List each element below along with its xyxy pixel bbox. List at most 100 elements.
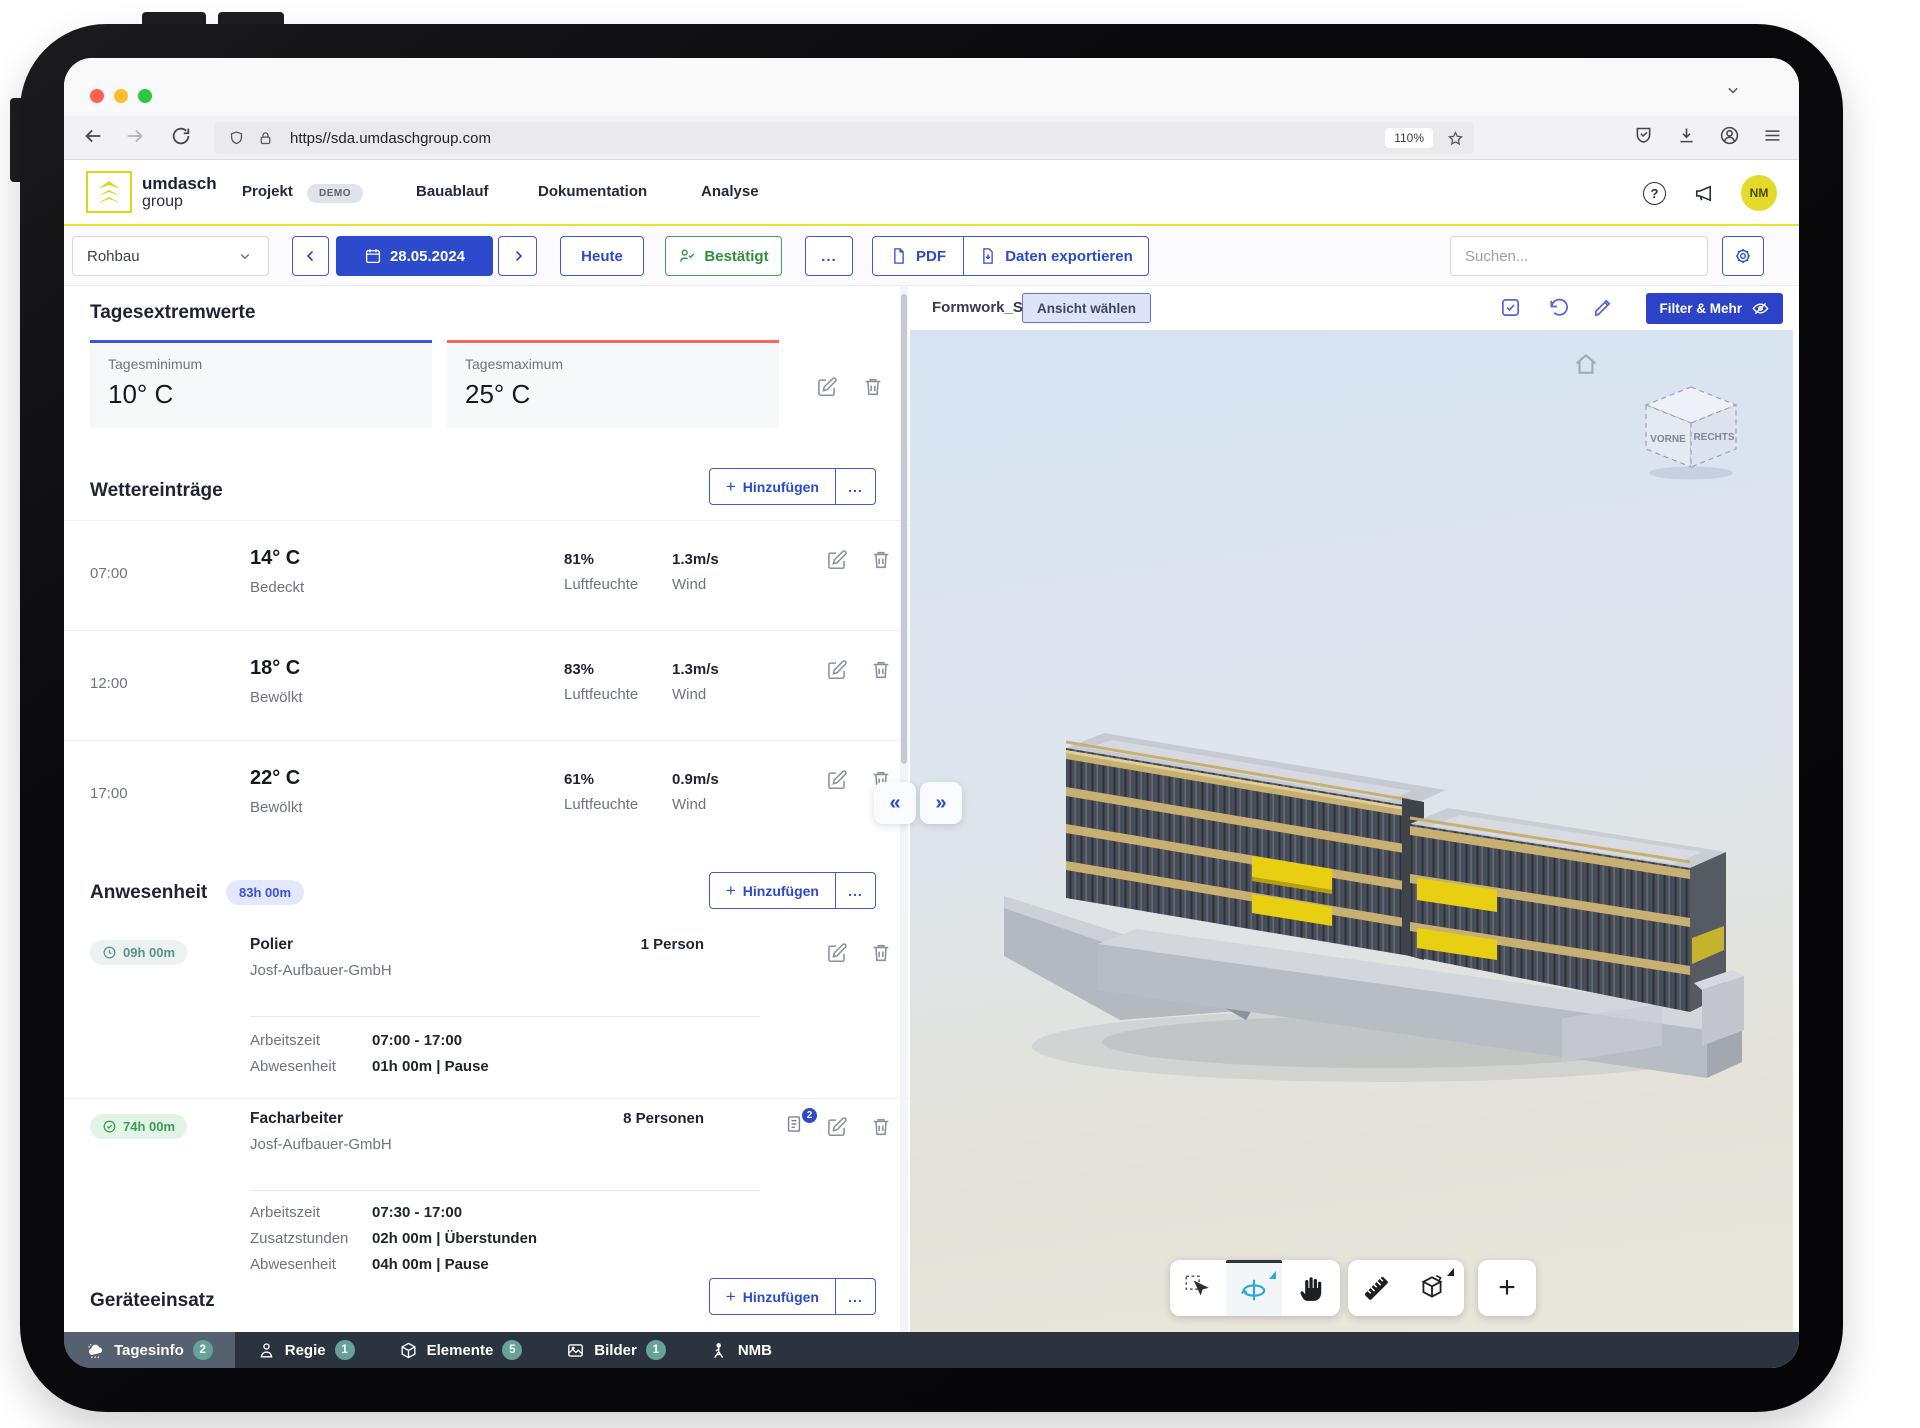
app-toolbar: Rohbau 28.05.2024 Heute Bestätigt ... bbox=[64, 226, 1799, 286]
search-input[interactable] bbox=[1465, 248, 1693, 265]
previous-day-button[interactable] bbox=[292, 236, 329, 276]
pdf-export-button[interactable]: PDF bbox=[872, 236, 964, 276]
today-button[interactable]: Heute bbox=[560, 236, 644, 276]
expand-panel-button[interactable]: » bbox=[920, 782, 962, 824]
window-controls[interactable] bbox=[90, 89, 152, 103]
filter-more-button[interactable]: Filter & Mehr bbox=[1646, 293, 1783, 324]
nav-item-projekt[interactable]: Projekt bbox=[242, 183, 293, 200]
tab-elemente[interactable]: Elemente 5 bbox=[377, 1332, 545, 1368]
tab-tagesinfo[interactable]: Tagesinfo 2 bbox=[64, 1332, 235, 1368]
tab-bilder[interactable]: Bilder 1 bbox=[544, 1332, 688, 1368]
pdf-file-icon bbox=[890, 247, 908, 265]
edit-icon[interactable] bbox=[826, 769, 852, 795]
tracking-protection-icon[interactable] bbox=[1633, 125, 1654, 146]
model-viewer-panel: Formwork_S Ansicht wählen Filter & Mehr bbox=[910, 286, 1799, 1332]
add-weather-button[interactable]: +Hinzufügen bbox=[709, 468, 836, 505]
undo-icon[interactable] bbox=[1547, 296, 1571, 320]
attendance-more-button[interactable]: ... bbox=[836, 872, 876, 909]
delete-icon[interactable] bbox=[862, 376, 888, 402]
help-icon[interactable]: ? bbox=[1643, 182, 1666, 205]
back-icon[interactable] bbox=[82, 125, 108, 151]
home-view-icon[interactable] bbox=[1572, 350, 1600, 378]
tab-nmb[interactable]: NMB bbox=[688, 1332, 794, 1368]
chevron-down-icon[interactable] bbox=[1723, 80, 1743, 105]
edit-icon[interactable] bbox=[826, 942, 852, 968]
umdasch-logo[interactable]: umdasch group bbox=[86, 171, 217, 213]
account-icon[interactable] bbox=[1719, 125, 1740, 146]
weather-temp: 18° C bbox=[250, 657, 300, 680]
nav-item-bauablauf[interactable]: Bauablauf bbox=[416, 183, 489, 200]
search-field[interactable] bbox=[1450, 236, 1708, 276]
pan-tool-button[interactable] bbox=[1282, 1260, 1338, 1316]
address-bar[interactable]: https//sda.umdaschgroup.com 110% bbox=[214, 122, 1474, 154]
megaphone-icon[interactable] bbox=[1692, 182, 1715, 205]
add-equipment-button[interactable]: +Hinzufügen bbox=[709, 1278, 836, 1315]
edit-icon[interactable] bbox=[826, 549, 852, 575]
menu-hamburger-icon[interactable] bbox=[1762, 125, 1783, 146]
model-viewport-3d[interactable]: VORNE RECHTS bbox=[910, 330, 1793, 1332]
next-day-button[interactable] bbox=[498, 236, 537, 276]
clock-icon bbox=[102, 945, 117, 960]
detail-value: 07:30 - 17:00 bbox=[372, 1204, 462, 1221]
detail-value: 02h 00m | Überstunden bbox=[372, 1230, 537, 1247]
section-title-attendance: Anwesenheit bbox=[90, 882, 207, 904]
marker-pen-icon[interactable] bbox=[1591, 296, 1615, 320]
settings-gear-button[interactable] bbox=[1722, 236, 1764, 276]
phase-select[interactable]: Rohbau bbox=[72, 236, 269, 276]
equipment-more-button[interactable]: ... bbox=[836, 1278, 876, 1315]
delete-icon[interactable] bbox=[870, 549, 896, 575]
forward-icon[interactable] bbox=[124, 125, 150, 151]
scrollbar-thumb[interactable] bbox=[901, 294, 907, 764]
attendance-count: 1 Person bbox=[504, 936, 704, 953]
download-icon[interactable] bbox=[1676, 125, 1697, 146]
section-title-extremes: Tagesextremwerte bbox=[90, 302, 255, 324]
nav-item-analyse[interactable]: Analyse bbox=[701, 183, 759, 200]
reload-icon[interactable] bbox=[170, 125, 196, 151]
notes-icon[interactable]: 2 bbox=[784, 1114, 814, 1144]
bookmark-star-icon[interactable] bbox=[1447, 130, 1464, 147]
section-box-tool-button[interactable] bbox=[1404, 1260, 1460, 1316]
weather-wind: 0.9m/s bbox=[672, 771, 719, 788]
edit-icon[interactable] bbox=[826, 1116, 852, 1142]
model-name: Formwork_S bbox=[932, 299, 1023, 316]
toolbar-more-button[interactable]: ... bbox=[805, 236, 853, 276]
tab-badge: 5 bbox=[502, 1340, 522, 1360]
navigation-cube[interactable]: VORNE RECHTS bbox=[1630, 378, 1752, 482]
close-window-button[interactable] bbox=[90, 89, 104, 103]
add-attendance-button[interactable]: +Hinzufügen bbox=[709, 872, 836, 909]
orbit-tool-button[interactable] bbox=[1226, 1260, 1282, 1316]
duration-badge: 09h 00m bbox=[90, 940, 187, 965]
choose-view-button[interactable]: Ansicht wählen bbox=[1022, 293, 1151, 323]
tab-badge: 2 bbox=[193, 1340, 213, 1360]
weather-time: 17:00 bbox=[90, 785, 128, 802]
eye-off-icon bbox=[1751, 299, 1770, 318]
tab-regie[interactable]: Regie 1 bbox=[235, 1332, 377, 1368]
select-tool-button[interactable] bbox=[1170, 1260, 1226, 1316]
edit-icon[interactable] bbox=[826, 659, 852, 685]
delete-icon[interactable] bbox=[870, 942, 896, 968]
delete-icon[interactable] bbox=[870, 1116, 896, 1142]
add-tool-button[interactable]: + bbox=[1479, 1260, 1535, 1316]
collapse-panel-button[interactable]: « bbox=[874, 782, 916, 824]
page-zoom-indicator[interactable]: 110% bbox=[1385, 128, 1433, 148]
confirmed-button[interactable]: Bestätigt bbox=[665, 236, 782, 276]
check-circle-icon bbox=[102, 1119, 117, 1134]
tool-options-indicator bbox=[1447, 1268, 1454, 1276]
nav-item-dokumentation[interactable]: Dokumentation bbox=[538, 183, 647, 200]
user-avatar[interactable]: NM bbox=[1741, 175, 1777, 211]
checkbox-icon[interactable] bbox=[1499, 296, 1523, 320]
maximize-window-button[interactable] bbox=[138, 89, 152, 103]
delete-icon[interactable] bbox=[870, 659, 896, 685]
cube-icon bbox=[399, 1341, 418, 1360]
edit-icon[interactable] bbox=[816, 376, 842, 402]
data-export-button[interactable]: Daten exportieren bbox=[963, 236, 1149, 276]
browser-actions bbox=[1633, 125, 1783, 146]
measure-tool-button[interactable] bbox=[1348, 1260, 1404, 1316]
weather-more-button[interactable]: ... bbox=[836, 468, 876, 505]
weather-cloud-icon bbox=[86, 1341, 105, 1360]
detail-value: 01h 00m | Pause bbox=[372, 1058, 489, 1075]
surveyor-icon bbox=[710, 1341, 729, 1360]
minimize-window-button[interactable] bbox=[114, 89, 128, 103]
tab-label: Bilder bbox=[594, 1342, 637, 1359]
date-picker-button[interactable]: 28.05.2024 bbox=[336, 236, 493, 276]
